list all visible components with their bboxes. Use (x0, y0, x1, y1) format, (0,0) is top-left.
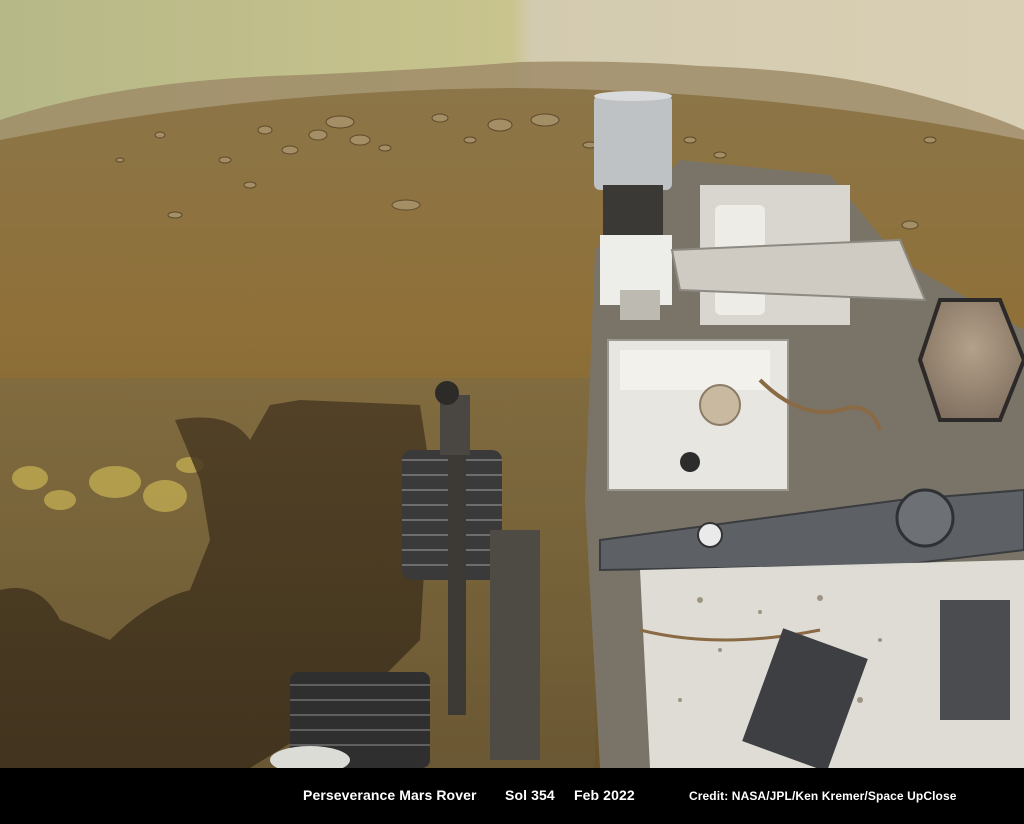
caption-bar: Perseverance Mars Rover Sol 354 Feb 2022… (0, 768, 1024, 824)
caption-sol: Sol 354 (505, 787, 555, 803)
rover-photo (0, 0, 1024, 768)
caption-date: Feb 2022 (574, 787, 635, 803)
caption-title: Perseverance Mars Rover (303, 787, 477, 803)
caption-credit: Credit: NASA/JPL/Ken Kremer/Space UpClos… (689, 789, 957, 803)
